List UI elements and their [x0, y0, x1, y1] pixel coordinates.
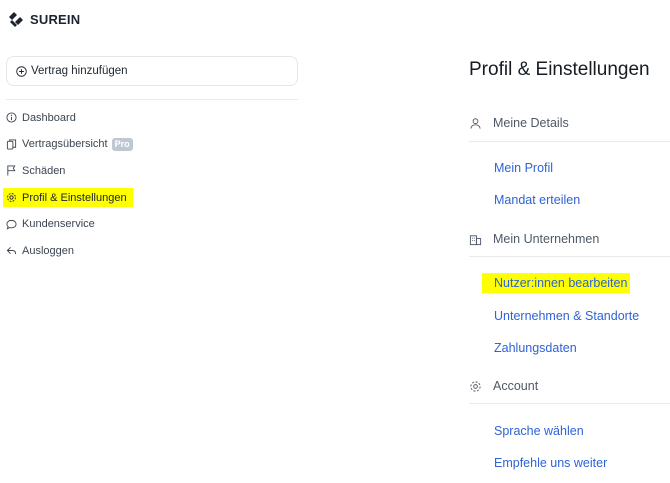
flag-icon: [7, 165, 16, 176]
link-company-locations[interactable]: Unternehmen & Standorte: [494, 309, 639, 323]
sidebar-item-label: Dashboard: [22, 111, 76, 124]
add-contract-button[interactable]: Vertrag hinzufügen: [6, 56, 298, 86]
section-heading-account: Account: [469, 379, 538, 393]
documents-icon: [6, 139, 17, 150]
section-heading-my-company: Mein Unternehmen: [469, 232, 599, 246]
page-title: Profil & Einstellungen: [469, 59, 650, 80]
section-divider: [469, 403, 670, 404]
sidebar-item-contracts[interactable]: Vertragsübersicht Pro: [6, 135, 133, 154]
pro-badge: Pro: [111, 137, 133, 151]
sidebar-item-label: Profil & Einstellungen: [22, 191, 127, 204]
section-divider: [469, 256, 670, 257]
logo[interactable]: SUREIN: [8, 11, 80, 27]
link-choose-language[interactable]: Sprache wählen: [494, 424, 584, 438]
link-grant-mandate[interactable]: Mandat erteilen: [494, 193, 580, 207]
sidebar-item-label: Ausloggen: [22, 244, 74, 257]
sidebar-divider: [6, 99, 298, 100]
add-contract-label: Vertrag hinzufügen: [31, 65, 128, 77]
sidebar-item-label: Kundenservice: [22, 218, 95, 231]
sidebar-item-claims[interactable]: Schäden: [6, 161, 133, 180]
sidebar-item-profile-settings[interactable]: Profil & Einstellungen: [3, 188, 133, 208]
chat-bubble-icon: [6, 219, 17, 230]
gear-icon: [7, 193, 16, 202]
section-heading-my-details: Meine Details: [469, 116, 569, 130]
plus-circle-icon: [16, 65, 27, 77]
link-my-profile[interactable]: Mein Profil: [494, 161, 553, 175]
sidebar-item-customer-service[interactable]: Kundenservice: [6, 215, 133, 234]
sidebar-item-label: Vertragsübersicht: [22, 138, 108, 151]
user-icon: [470, 117, 481, 129]
sidebar-item-logout[interactable]: Ausloggen: [6, 241, 133, 260]
logout-icon: [6, 247, 17, 255]
gear-icon: [470, 380, 481, 392]
link-payment-data[interactable]: Zahlungsdaten: [494, 341, 577, 355]
building-icon: [469, 234, 482, 245]
sidebar-nav: Dashboard Vertragsübersicht Pro Schäden …: [3, 108, 133, 268]
link-refer-us[interactable]: Empfehle uns weiter: [494, 456, 607, 470]
sidebar-item-label: Schäden: [22, 164, 66, 177]
info-circle-icon: [6, 112, 17, 123]
sidebar-item-dashboard[interactable]: Dashboard: [6, 108, 133, 127]
link-edit-users[interactable]: Nutzer:innen bearbeiten: [482, 273, 631, 293]
section-divider: [469, 141, 670, 142]
logo-text: SUREIN: [30, 11, 81, 27]
logo-icon: [9, 12, 23, 27]
